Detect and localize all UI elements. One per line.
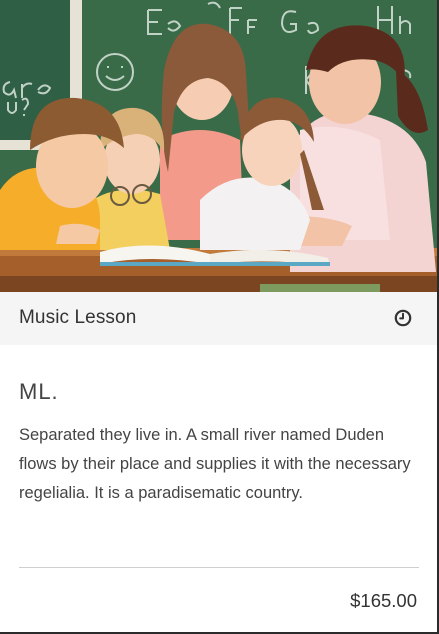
course-photo	[0, 0, 437, 292]
clock-icon[interactable]	[393, 308, 413, 328]
card-header: Music Lesson	[0, 292, 437, 345]
course-card: Music Lesson ML. Separated they live in.…	[0, 0, 439, 634]
course-title: Music Lesson	[19, 307, 137, 328]
course-price: $165.00	[350, 590, 417, 611]
divider	[19, 567, 419, 568]
course-description: Separated they live in. A small river na…	[19, 426, 411, 502]
course-abbreviation: ML.	[19, 379, 59, 404]
